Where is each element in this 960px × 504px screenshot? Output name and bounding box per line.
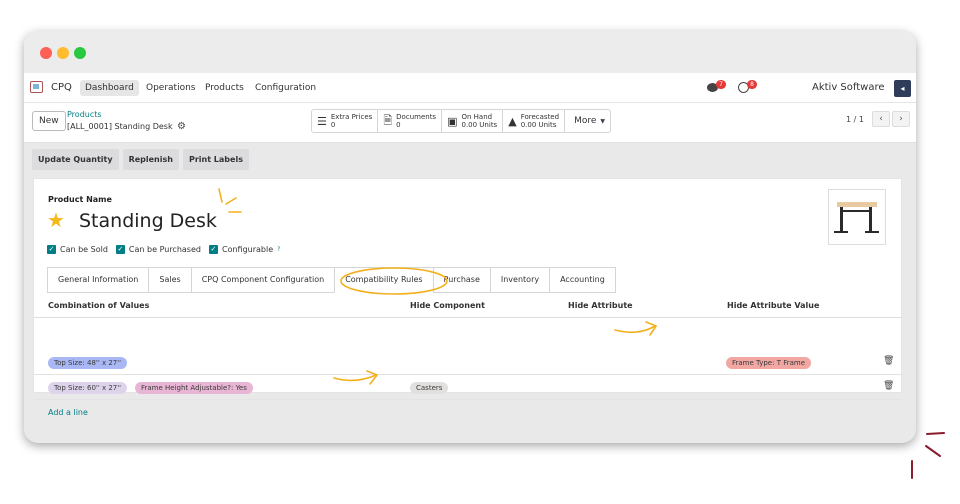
highlight-ellipse (340, 267, 448, 295)
arrow-mark (333, 374, 377, 382)
sparkle-mark (225, 197, 237, 205)
arrow-mark (614, 325, 656, 334)
sparkle-mark (218, 188, 223, 203)
annotation-overlay (218, 188, 945, 479)
